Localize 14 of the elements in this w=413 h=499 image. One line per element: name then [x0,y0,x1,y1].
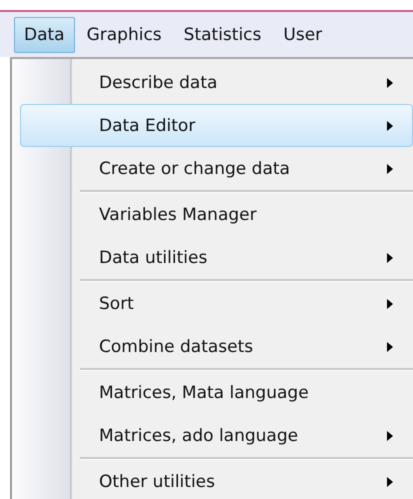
menu-bar-item[interactable]: User [273,16,332,52]
menu-item[interactable]: Combine datasets [20,325,413,368]
menu-item[interactable]: Matrices, ado language [20,414,413,457]
menu-bar-item[interactable]: Statistics [174,16,272,52]
menu-bar-item[interactable]: Data [14,16,75,52]
menu-item[interactable]: Describe data [20,61,413,104]
menu-item[interactable]: Matrices, Mata language [20,371,413,414]
menu-item[interactable]: Sort [20,282,413,325]
menu-item[interactable]: Data utilities [20,236,413,279]
menu-item[interactable]: Create or change data [20,147,413,190]
menu-item[interactable]: Variables Manager [20,193,413,236]
menu-bar-item[interactable]: Graphics [76,16,172,52]
menu-item[interactable]: Other utilities [20,460,413,499]
menu-item[interactable]: Data Editor [20,104,413,147]
